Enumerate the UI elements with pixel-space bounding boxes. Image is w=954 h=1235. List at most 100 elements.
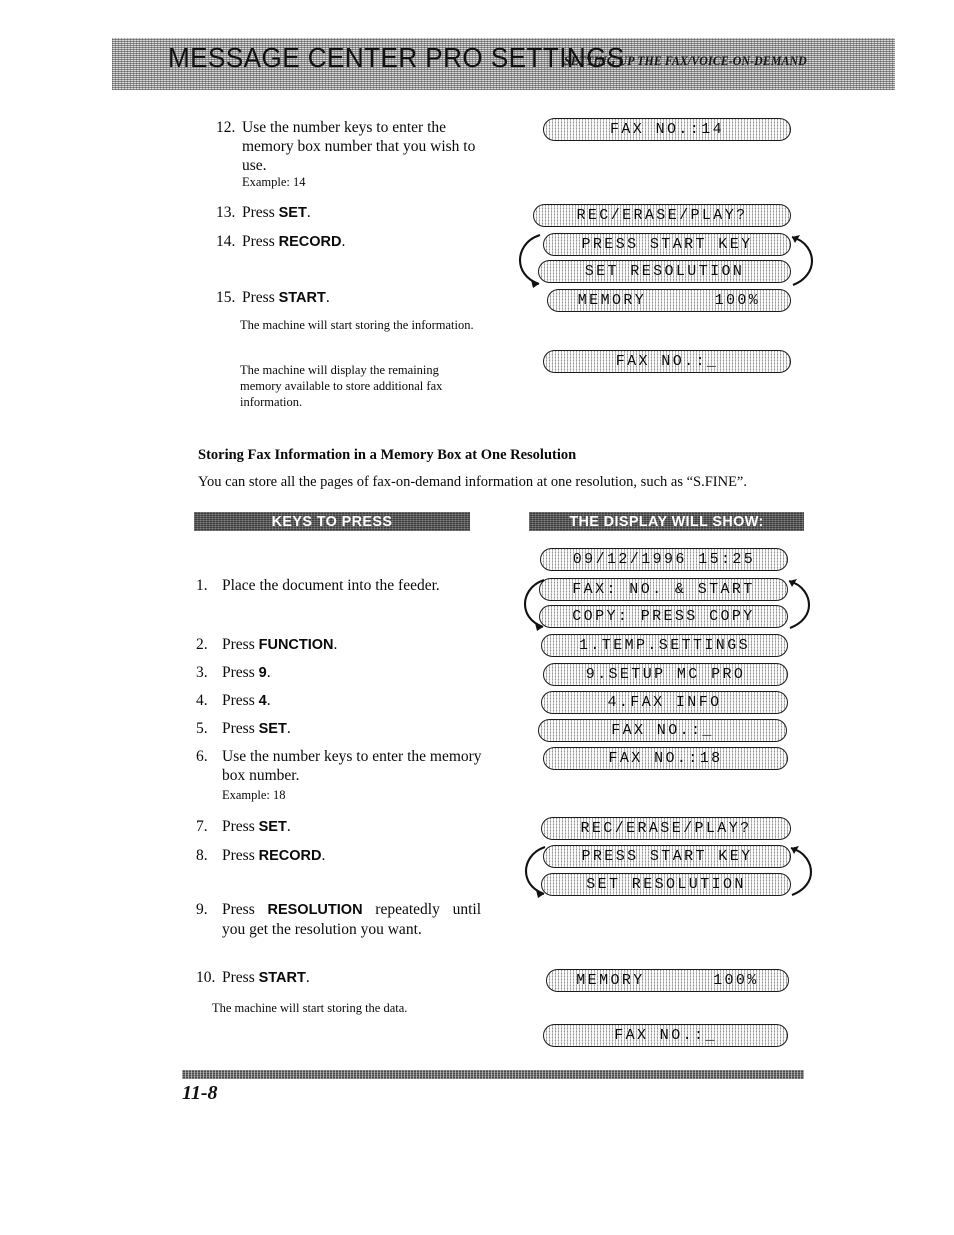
- step-3-number: 3.: [196, 664, 208, 681]
- step-8-number: 8.: [196, 847, 208, 864]
- display-rec-erase-play-text: REC/ERASE/PLAY?: [576, 207, 748, 224]
- display-fax-no-blank-bottom-1-text: FAX NO.:_: [611, 722, 714, 739]
- step-14-text: Press RECORD.: [242, 232, 478, 252]
- step-3-text: Press 9.: [222, 663, 496, 683]
- step-10-note: The machine will start storing the data.: [212, 1001, 408, 1015]
- step-7-suffix: .: [286, 818, 291, 835]
- step-6-number: 6.: [196, 748, 208, 765]
- step-4-number: 4.: [196, 692, 208, 709]
- loop-arrow-right-bottom-1: [788, 579, 811, 629]
- step-2-text: Press FUNCTION.: [222, 635, 496, 655]
- bar-display-will-show: THE DISPLAY WILL SHOW:: [529, 512, 804, 531]
- display-press-start-key: PRESS START KEY: [543, 233, 791, 256]
- step-12-text: Use the number keys to enter the memory …: [242, 119, 476, 174]
- display-fax-no-14-text: FAX NO.:14: [609, 121, 724, 138]
- step-3-prefix: Press: [222, 664, 259, 681]
- display-rec-erase-play-bottom-text: REC/ERASE/PLAY?: [580, 820, 752, 837]
- step-15-text: Press START.: [242, 288, 478, 308]
- display-set-resolution-text: SET RESOLUTION: [584, 263, 745, 280]
- step-15-number: 15.: [216, 289, 236, 306]
- step-8-key: RECORD: [258, 848, 322, 864]
- step-12-example: Example: 14: [242, 175, 306, 189]
- step-7-key: SET: [258, 819, 287, 835]
- step-6-example: Example: 18: [222, 788, 286, 802]
- page-title: MESSAGE CENTER PRO SETTINGS: [168, 42, 625, 73]
- display-fax-no-blank-top: FAX NO.:_: [543, 350, 791, 373]
- step-1: 1. Place the document into the feeder.: [196, 576, 496, 595]
- step-7-number: 7.: [196, 818, 208, 835]
- display-rec-erase-play-bottom: REC/ERASE/PLAY?: [541, 817, 791, 840]
- step-1-number: 1.: [196, 577, 208, 594]
- step-4-suffix: .: [266, 692, 271, 709]
- display-fax-no-18: FAX NO.:18: [543, 747, 788, 770]
- step-10-prefix: Press: [222, 969, 259, 986]
- step-2-prefix: Press: [222, 636, 259, 653]
- display-memory-bottom: MEMORY 100%: [546, 969, 789, 992]
- display-press-start-key-bottom-text: PRESS START KEY: [581, 848, 753, 865]
- step-6-text: Use the number keys to enter the memory …: [222, 748, 482, 784]
- step-2-number: 2.: [196, 636, 208, 653]
- step-2-key: FUNCTION: [258, 637, 334, 653]
- loop-arrow-right-bottom-2: [790, 846, 813, 896]
- step-9-prefix: Press: [222, 901, 268, 918]
- display-set-resolution: SET RESOLUTION: [538, 260, 791, 283]
- section-description: You can store all the pages of fax-on-de…: [198, 474, 747, 490]
- step-15-prefix: Press: [242, 289, 279, 306]
- step-4-text: Press 4.: [222, 691, 496, 711]
- display-memory-top-text: MEMORY 100%: [577, 292, 761, 309]
- step-3: 3. Press 9.: [196, 663, 496, 683]
- step-15-note-2: The machine will display the remaining m…: [240, 363, 443, 409]
- step-10: 10. Press START.: [196, 968, 496, 988]
- step-3-key: 9: [258, 665, 267, 681]
- step-3-suffix: .: [266, 664, 271, 681]
- display-copy-press-copy: COPY: PRESS COPY: [539, 605, 788, 628]
- step-9-number: 9.: [196, 901, 208, 918]
- display-temp-settings: 1.TEMP.SETTINGS: [541, 634, 788, 657]
- bar-keys-to-press-label: KEYS TO PRESS: [271, 513, 393, 530]
- display-press-start-key-bottom: PRESS START KEY: [543, 845, 791, 868]
- loop-arrow-right-top: [791, 235, 814, 286]
- step-9-key: RESOLUTION: [267, 902, 363, 918]
- step-9-text: Press RESOLUTION repeatedly until you ge…: [222, 900, 481, 939]
- display-copy-press-copy-text: COPY: PRESS COPY: [572, 608, 755, 625]
- footer-rule: [182, 1070, 804, 1079]
- display-set-resolution-bottom: SET RESOLUTION: [541, 873, 791, 896]
- display-fax-no-start: FAX: NO. & START: [539, 578, 788, 601]
- step-13-text: Press SET.: [242, 203, 478, 223]
- step-15-note-1: The machine will start storing the infor…: [240, 318, 474, 332]
- display-press-start-key-text: PRESS START KEY: [581, 236, 753, 253]
- display-fax-info-text: 4.FAX INFO: [607, 694, 722, 711]
- display-datetime: 09/12/1996 15:25: [540, 548, 788, 571]
- display-rec-erase-play: REC/ERASE/PLAY?: [533, 204, 791, 227]
- step-15: 15. Press START.: [216, 288, 478, 308]
- step-14-key: RECORD: [278, 234, 342, 250]
- step-10-text: Press START.: [222, 968, 496, 988]
- page-number: 11-8: [182, 1082, 218, 1104]
- step-10-suffix: .: [305, 969, 310, 986]
- page-header-band: MESSAGE CENTER PRO SETTINGS SETTING UP T…: [112, 38, 895, 90]
- step-8: 8. Press RECORD.: [196, 846, 496, 866]
- display-fax-no-blank-top-text: FAX NO.:_: [615, 353, 719, 370]
- step-4: 4. Press 4.: [196, 691, 496, 711]
- display-memory-top: MEMORY 100%: [547, 289, 791, 312]
- step-13: 13. Press SET.: [216, 203, 478, 223]
- step-7-prefix: Press: [222, 818, 259, 835]
- step-12-number: 12.: [216, 119, 236, 136]
- step-1-text: Place the document into the feeder.: [222, 577, 440, 594]
- step-9: 9. Press RESOLUTION repeatedly until you…: [196, 900, 481, 939]
- bar-display-will-show-label: THE DISPLAY WILL SHOW:: [569, 513, 764, 530]
- step-13-suffix: .: [306, 204, 311, 221]
- step-14: 14. Press RECORD.: [216, 232, 478, 252]
- step-14-suffix: .: [341, 233, 346, 250]
- display-datetime-text: 09/12/1996 15:25: [572, 551, 756, 568]
- display-fax-no-blank-bottom-2: FAX NO.:_: [543, 1024, 788, 1047]
- display-fax-no-18-text: FAX NO.:18: [608, 750, 723, 767]
- page-subtitle: SETTING UP THE FAX/VOICE-ON-DEMAND: [564, 54, 807, 68]
- step-13-prefix: Press: [242, 204, 279, 221]
- step-5: 5. Press SET.: [196, 719, 496, 739]
- bar-keys-to-press: KEYS TO PRESS: [194, 512, 470, 531]
- step-13-number: 13.: [216, 204, 236, 221]
- display-memory-bottom-text: MEMORY 100%: [576, 972, 759, 989]
- step-7: 7. Press SET.: [196, 817, 496, 837]
- step-14-number: 14.: [216, 233, 236, 250]
